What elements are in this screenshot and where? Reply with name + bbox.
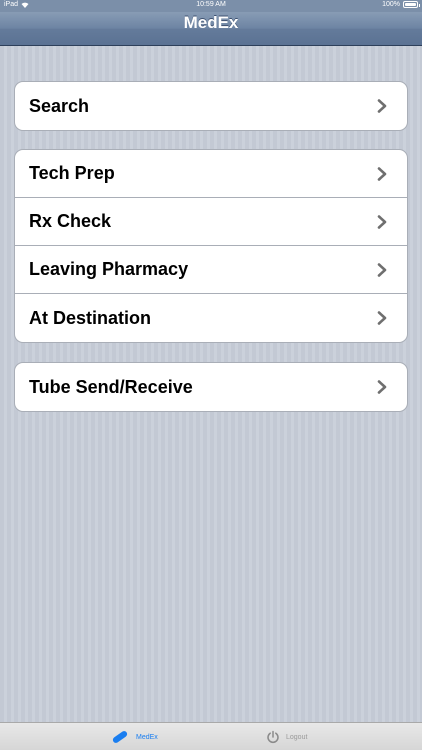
menu-row-tube-send-receive[interactable]: Tube Send/Receive bbox=[15, 363, 407, 411]
battery-fill bbox=[405, 3, 416, 6]
battery-percent: 100% bbox=[382, 1, 400, 8]
menu-group-tube: Tube Send/Receive bbox=[14, 362, 408, 412]
chevron-right-icon bbox=[377, 166, 387, 181]
navigation-bar: MedEx bbox=[0, 12, 422, 46]
menu-row-label: Tube Send/Receive bbox=[29, 376, 193, 397]
menu-row-label: At Destination bbox=[29, 307, 152, 328]
menu-row-label: Search bbox=[29, 95, 90, 116]
chevron-right-icon bbox=[377, 99, 387, 113]
tab-logout[interactable]: Logout bbox=[266, 723, 307, 750]
menu-row-rx-check[interactable]: Rx Check bbox=[15, 198, 407, 246]
chevron-right-icon bbox=[377, 311, 387, 325]
menu-group-search: Search bbox=[14, 81, 408, 131]
chevron-right-icon bbox=[377, 262, 387, 277]
menu-row-tech-prep[interactable]: Tech Prep bbox=[15, 150, 407, 198]
chevron-right-icon bbox=[377, 214, 387, 229]
status-right: 100% bbox=[382, 1, 420, 8]
menu-row-search[interactable]: Search bbox=[15, 82, 407, 130]
tab-label: MedEx bbox=[136, 733, 158, 741]
tab-label: Logout bbox=[286, 733, 308, 741]
menu-row-leaving-pharmacy[interactable]: Leaving Pharmacy bbox=[15, 246, 407, 294]
tab-bar: MedEx Logout bbox=[0, 722, 422, 750]
battery-icon bbox=[403, 1, 420, 8]
power-icon bbox=[267, 730, 279, 744]
status-time: 10:59 AM bbox=[196, 1, 226, 8]
menu-row-label: Tech Prep bbox=[29, 163, 115, 183]
status-bar: iPad 10:59 AM 100% bbox=[0, 0, 422, 12]
menu-row-label: Leaving Pharmacy bbox=[29, 259, 189, 279]
pill-icon bbox=[112, 731, 128, 743]
page-title: MedEx bbox=[183, 13, 239, 32]
menu-row-label: Rx Check bbox=[29, 211, 112, 231]
menu-row-at-destination[interactable]: At Destination bbox=[15, 294, 407, 342]
menu-group-workflow: Tech Prep Rx Check Leaving Pharmacy At D… bbox=[14, 149, 408, 343]
chevron-right-icon bbox=[377, 380, 387, 394]
tab-medex[interactable]: MedEx bbox=[110, 723, 158, 750]
